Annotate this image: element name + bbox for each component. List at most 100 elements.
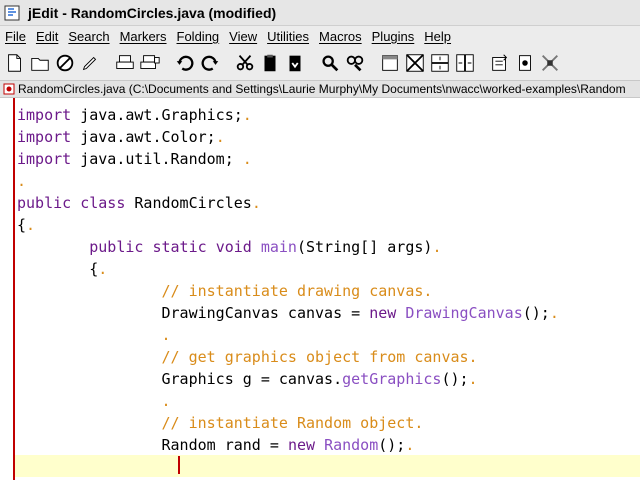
code-token: Random rand = [17,436,288,454]
line-end-marker: . [161,392,171,410]
help-button[interactable] [538,50,562,76]
code-token: java.util.Random; [71,150,243,168]
global-options-button[interactable] [488,50,512,76]
split-vertical-icon [456,54,474,72]
code-token: (); [441,370,469,388]
print-preview-button[interactable] [138,50,162,76]
open-file-button[interactable] [28,50,52,76]
plugin-manager-icon [519,55,531,71]
buffer-path: RandomCircles.java (C:\Documents and Set… [18,82,626,96]
new-view-icon [382,55,398,71]
menu-utilities[interactable]: Utilities [262,29,309,44]
line-end-marker: . [26,216,36,234]
new-file-button[interactable] [3,50,27,76]
jedit-app-icon[interactable] [4,5,20,21]
menu-edit[interactable]: Edit [31,29,58,44]
find-next-button[interactable] [343,50,367,76]
keyword-token: class [80,194,126,212]
close-file-button[interactable] [53,50,77,76]
print-button[interactable] [113,50,137,76]
edit-pencil-button[interactable] [78,50,102,76]
title-bar: jEdit - RandomCircles.java (modified) [0,0,640,26]
copy-button[interactable] [258,50,282,76]
code-line[interactable]: import java.awt.Color;. [17,126,559,148]
split-both-button[interactable] [403,50,427,76]
code-token: java.awt.Graphics; [71,106,243,124]
toolbar-separator [103,50,113,76]
code-line[interactable]: import java.util.Random; . [17,148,559,170]
line-end-marker: . [242,106,252,124]
paste-icon [289,55,301,72]
function-token: Random [324,436,379,454]
split-vertical-button[interactable] [453,50,477,76]
function-token: DrawingCanvas [405,304,523,322]
function-token: main [260,238,297,256]
keyword-token: static [152,238,207,256]
close-file-icon [56,54,74,72]
line-end-marker: . [432,238,442,256]
cut-icon [236,55,254,71]
code-line[interactable]: {. [17,214,559,236]
keyword-token: public [17,194,72,212]
menu-help[interactable]: Help [419,29,451,44]
menu-macros[interactable]: Macros [314,29,362,44]
find-icon [322,55,339,72]
keyword-token: void [215,238,252,256]
toolbar-separator [478,50,488,76]
menu-plugins[interactable]: Plugins [367,29,415,44]
keyword-token: import [17,150,72,168]
comment-token: // instantiate drawing canvas [161,282,424,300]
code-line[interactable]: {. [17,258,559,280]
toolbar-separator [368,50,378,76]
paste-button[interactable] [283,50,307,76]
text-area[interactable]: import java.awt.Graphics;. import java.aw… [0,98,640,480]
menu-folding[interactable]: Folding [172,29,220,44]
code-line[interactable]: public static void main(String[] args). [17,236,559,258]
comment-token: // instantiate Random object [161,414,415,432]
code-line[interactable]: . [17,324,559,346]
plugin-manager-button[interactable] [513,50,537,76]
code-line[interactable]: . [17,170,559,192]
code-token: { [17,260,99,278]
code-line[interactable]: . [17,390,559,412]
line-end-marker: . [215,128,225,146]
code-line[interactable]: DrawingCanvas canvas = new DrawingCanvas… [17,302,558,324]
split-horizontal-icon [431,54,449,72]
new-view-button[interactable] [378,50,402,76]
line-end-marker: . [98,260,108,278]
code-line[interactable]: // get graphics object from canvas. [17,346,559,368]
code-line[interactable]: import java.awt.Graphics;. [17,104,559,126]
undo-icon [176,55,194,71]
code-token: (); [522,304,550,322]
buffer-switcher[interactable]: RandomCircles.java (C:\Documents and Set… [0,80,640,98]
code-line[interactable]: Random rand = new Random();. [17,434,559,456]
split-horizontal-button[interactable] [428,50,452,76]
code-line[interactable] [17,456,559,478]
code-line[interactable]: // instantiate Random object. [17,412,559,434]
menu-markers[interactable]: Markers [115,29,167,44]
cut-button[interactable] [233,50,257,76]
find-button[interactable] [318,50,342,76]
menu-view[interactable]: View [224,29,257,44]
code-line[interactable]: public class RandomCircles. [17,192,559,214]
code-line[interactable]: Graphics g = canvas.getGraphics();. [17,368,559,390]
global-options-icon [492,54,508,71]
code-line[interactable]: // instantiate drawing canvas. [17,280,559,302]
code-token: RandomCircles [125,194,252,212]
menu-file[interactable]: File [0,29,26,44]
line-end-marker: . [251,194,261,212]
redo-button[interactable] [198,50,222,76]
comment-token: // get graphics object from canvas [161,348,469,366]
code-token: java.awt.Color; [71,128,216,146]
menu-search[interactable]: Search [63,29,109,44]
code-token: (); [378,436,406,454]
toolbar-separator [163,50,173,76]
code-content[interactable]: import java.awt.Graphics;. import java.aw… [17,104,559,478]
undo-button[interactable] [173,50,197,76]
